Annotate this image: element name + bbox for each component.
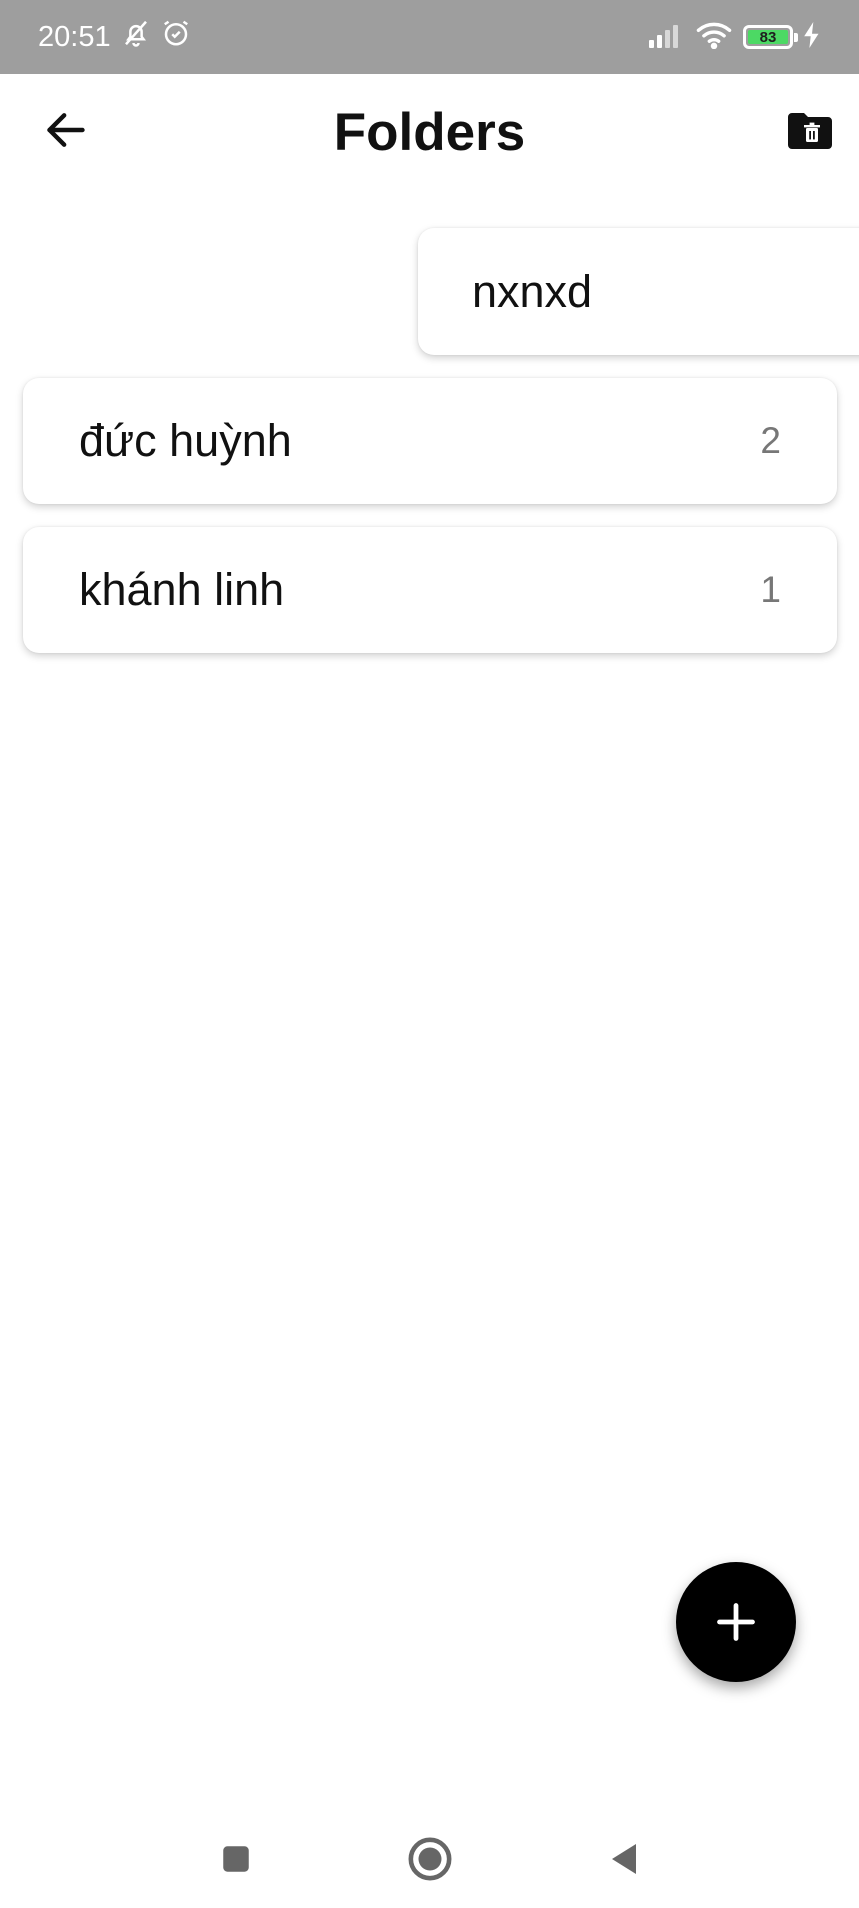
status-time: 20:51 xyxy=(38,20,111,53)
folder-name: nxnxd xyxy=(472,265,593,317)
charging-icon xyxy=(803,21,821,53)
alarm-icon xyxy=(161,18,191,56)
folder-name: đức huỳnh xyxy=(79,415,292,466)
status-left: 20:51 xyxy=(38,18,191,56)
folder-count: 1 xyxy=(760,569,781,610)
folder-count: 2 xyxy=(760,420,781,461)
status-right: 83 xyxy=(649,21,821,54)
folder-name: khánh linh xyxy=(79,564,285,615)
recents-square-icon xyxy=(222,1846,249,1872)
folder-card[interactable]: khánh linh 1 xyxy=(23,527,837,653)
home-circle-icon xyxy=(408,1837,451,1881)
deleted-folders-button[interactable] xyxy=(783,104,837,158)
signal-icon xyxy=(649,22,685,53)
battery-level: 83 xyxy=(748,29,788,46)
plus-icon xyxy=(717,1603,755,1641)
folder-delete-icon xyxy=(788,113,832,149)
wifi-icon xyxy=(695,21,733,54)
battery-icon: 83 xyxy=(743,25,798,49)
add-folder-button[interactable] xyxy=(676,1562,796,1682)
home-button[interactable] xyxy=(403,1832,457,1886)
back-nav-button[interactable] xyxy=(597,1832,651,1886)
system-nav-bar xyxy=(0,1810,859,1908)
app-header: Folders xyxy=(0,74,859,190)
recents-button[interactable] xyxy=(209,1832,263,1886)
page-title: Folders xyxy=(333,103,526,162)
folder-card-dragging[interactable]: nxnxd xyxy=(418,228,859,355)
back-triangle-icon xyxy=(611,1844,636,1874)
status-bar: 20:51 83 xyxy=(0,0,859,74)
muted-bell-icon xyxy=(121,18,151,56)
folder-card[interactable]: đức huỳnh 2 xyxy=(23,378,837,504)
